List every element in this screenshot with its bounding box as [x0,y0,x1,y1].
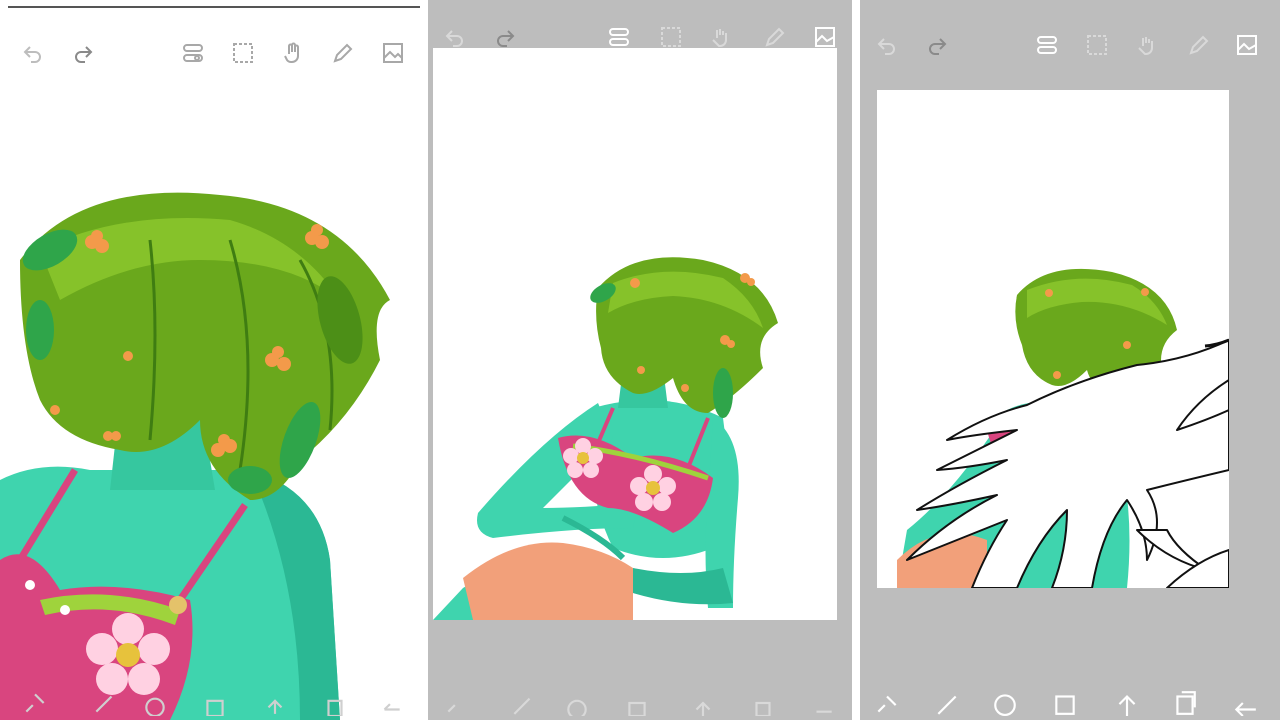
arrow-up-icon[interactable] [260,688,290,718]
copy-icon[interactable] [748,688,778,718]
rectangle-icon[interactable] [622,688,652,718]
artwork-full [433,257,778,620]
ellipse-icon[interactable] [562,688,592,718]
panel-zoomed [0,0,420,720]
artwork-lineart [897,268,1229,588]
lasso-icon[interactable] [872,688,902,718]
artwork-zoomed [0,192,390,720]
back-arrow-icon[interactable] [1230,688,1260,718]
redo-icon[interactable] [922,30,952,60]
arrow-up-icon[interactable] [1112,688,1142,718]
back-arrow-icon[interactable] [376,688,406,718]
ellipse-icon[interactable] [140,688,170,718]
pencil-icon[interactable] [1184,30,1214,60]
brush-icon[interactable] [90,688,120,718]
top-toolbar [860,30,1280,70]
copy-icon[interactable] [320,688,350,718]
drawing-canvas[interactable] [433,48,837,620]
lasso-icon[interactable] [442,688,472,718]
bottom-toolbar [428,686,852,720]
bottom-toolbar [860,686,1280,720]
rectangle-icon[interactable] [1050,688,1080,718]
rectangle-icon[interactable] [200,688,230,718]
transform-hand-icon[interactable] [1132,30,1162,60]
image-icon[interactable] [1232,30,1262,60]
brush-icon[interactable] [932,688,962,718]
back-arrow-icon[interactable] [808,688,838,718]
panel-lineart [860,0,1280,720]
selection-icon[interactable] [1082,30,1112,60]
panel-full [428,0,852,720]
lasso-icon[interactable] [20,688,50,718]
ellipse-icon[interactable] [990,688,1020,718]
copy-icon[interactable] [1170,688,1200,718]
arrow-up-icon[interactable] [688,688,718,718]
bottom-toolbar [0,686,420,720]
layers-toggle-icon[interactable] [1032,30,1062,60]
brush-icon[interactable] [508,688,538,718]
drawing-canvas[interactable] [877,90,1229,588]
undo-icon[interactable] [872,30,902,60]
